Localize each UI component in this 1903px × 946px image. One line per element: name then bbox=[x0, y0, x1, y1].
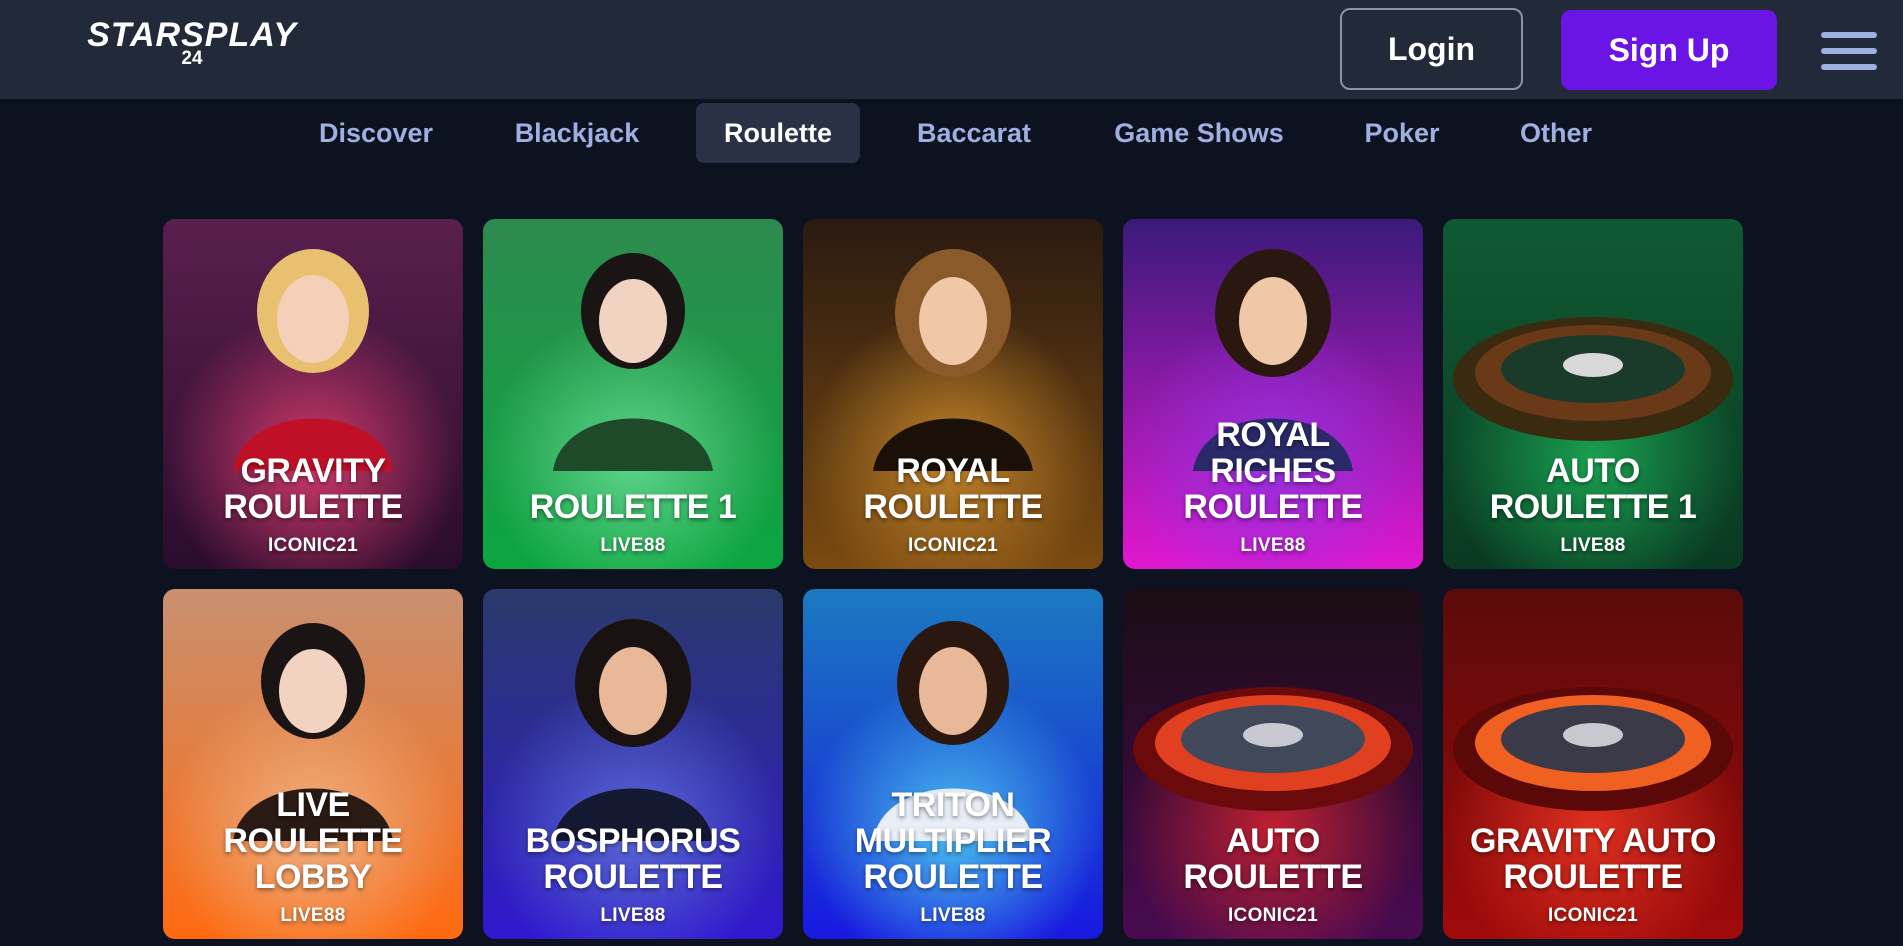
dealer-image bbox=[233, 249, 393, 471]
game-title: GRAVITY AUTO ROULETTE bbox=[1470, 822, 1716, 896]
top-header: STARSPLAY 24 Login Sign Up bbox=[0, 0, 1903, 99]
game-title: ROULETTE 1 bbox=[529, 488, 737, 526]
hamburger-menu-icon[interactable] bbox=[1821, 32, 1877, 72]
card-caption: AUTO ROULETTE 1 LIVE88 bbox=[1443, 453, 1743, 557]
tab-game-shows[interactable]: Game Shows bbox=[1094, 103, 1304, 163]
game-title: GRAVITY ROULETTE bbox=[223, 452, 403, 526]
card-caption: GRAVITY AUTO ROULETTE ICONIC21 bbox=[1443, 823, 1743, 927]
card-caption: ROULETTE 1 LIVE88 bbox=[483, 489, 783, 557]
starsplay-logo[interactable]: STARSPLAY 24 bbox=[82, 18, 302, 72]
tab-poker[interactable]: Poker bbox=[1346, 103, 1458, 163]
game-card-royal-riches-roulette[interactable]: ROYAL RICHES ROULETTE LIVE88 bbox=[1123, 219, 1423, 569]
card-caption: ROYAL ROULETTE ICONIC21 bbox=[803, 453, 1103, 557]
card-caption: BOSPHORUS ROULETTE LIVE88 bbox=[483, 823, 783, 927]
game-card-roulette-1[interactable]: ROULETTE 1 LIVE88 bbox=[483, 219, 783, 569]
game-provider: LIVE88 bbox=[600, 905, 666, 926]
tab-roulette[interactable]: Roulette bbox=[696, 103, 860, 163]
tab-discover[interactable]: Discover bbox=[296, 103, 456, 163]
game-card-royal-roulette[interactable]: ROYAL ROULETTE ICONIC21 bbox=[803, 219, 1103, 569]
game-provider: ICONIC21 bbox=[907, 535, 999, 556]
game-title: AUTO ROULETTE bbox=[1183, 822, 1363, 896]
login-button[interactable]: Login bbox=[1340, 8, 1523, 90]
game-provider: LIVE88 bbox=[1240, 535, 1306, 556]
menu-bar bbox=[1821, 48, 1877, 54]
game-title: BOSPHORUS ROULETTE bbox=[525, 822, 741, 896]
tab-blackjack[interactable]: Blackjack bbox=[496, 103, 658, 163]
card-caption: TRITON MULTIPLIER ROULETTE LIVE88 bbox=[803, 787, 1103, 927]
game-provider: LIVE88 bbox=[920, 905, 986, 926]
signup-button[interactable]: Sign Up bbox=[1561, 10, 1777, 90]
game-provider: LIVE88 bbox=[1560, 535, 1626, 556]
game-provider: LIVE88 bbox=[280, 905, 346, 926]
game-title: TRITON MULTIPLIER ROULETTE bbox=[854, 786, 1052, 896]
dealer-image bbox=[873, 249, 1033, 471]
roulette-wheel-image bbox=[1453, 687, 1733, 811]
game-card-gravity-roulette[interactable]: GRAVITY ROULETTE ICONIC21 bbox=[163, 219, 463, 569]
game-title: ROYAL RICHES ROULETTE bbox=[1183, 416, 1363, 526]
game-provider: ICONIC21 bbox=[267, 535, 359, 556]
game-title: ROYAL ROULETTE bbox=[863, 452, 1043, 526]
game-provider: LIVE88 bbox=[600, 535, 666, 556]
card-caption: LIVE ROULETTE LOBBY LIVE88 bbox=[163, 787, 463, 927]
roulette-wheel-image bbox=[1453, 317, 1733, 441]
dealer-image bbox=[553, 619, 713, 841]
tab-baccarat[interactable]: Baccarat bbox=[898, 103, 1050, 163]
card-caption: GRAVITY ROULETTE ICONIC21 bbox=[163, 453, 463, 557]
game-card-bosphorus-roulette[interactable]: BOSPHORUS ROULETTE LIVE88 bbox=[483, 589, 783, 939]
game-provider: ICONIC21 bbox=[1227, 905, 1319, 926]
game-title: AUTO ROULETTE 1 bbox=[1489, 452, 1697, 526]
logo-text: STARSPLAY bbox=[87, 16, 297, 54]
game-card-auto-roulette-1[interactable]: AUTO ROULETTE 1 LIVE88 bbox=[1443, 219, 1743, 569]
game-card-live-roulette-lobby[interactable]: LIVE ROULETTE LOBBY LIVE88 bbox=[163, 589, 463, 939]
dealer-image bbox=[553, 253, 713, 471]
menu-bar bbox=[1821, 32, 1877, 38]
card-caption: AUTO ROULETTE ICONIC21 bbox=[1123, 823, 1423, 927]
menu-bar bbox=[1821, 64, 1877, 70]
game-card-auto-roulette[interactable]: AUTO ROULETTE ICONIC21 bbox=[1123, 589, 1423, 939]
tab-other[interactable]: Other bbox=[1500, 103, 1612, 163]
roulette-wheel-image bbox=[1133, 687, 1413, 811]
game-title: LIVE ROULETTE LOBBY bbox=[223, 786, 403, 896]
game-card-triton-multiplier-roulette[interactable]: TRITON MULTIPLIER ROULETTE LIVE88 bbox=[803, 589, 1103, 939]
card-caption: ROYAL RICHES ROULETTE LIVE88 bbox=[1123, 417, 1423, 557]
game-card-gravity-auto-roulette[interactable]: GRAVITY AUTO ROULETTE ICONIC21 bbox=[1443, 589, 1743, 939]
game-provider: ICONIC21 bbox=[1547, 905, 1639, 926]
